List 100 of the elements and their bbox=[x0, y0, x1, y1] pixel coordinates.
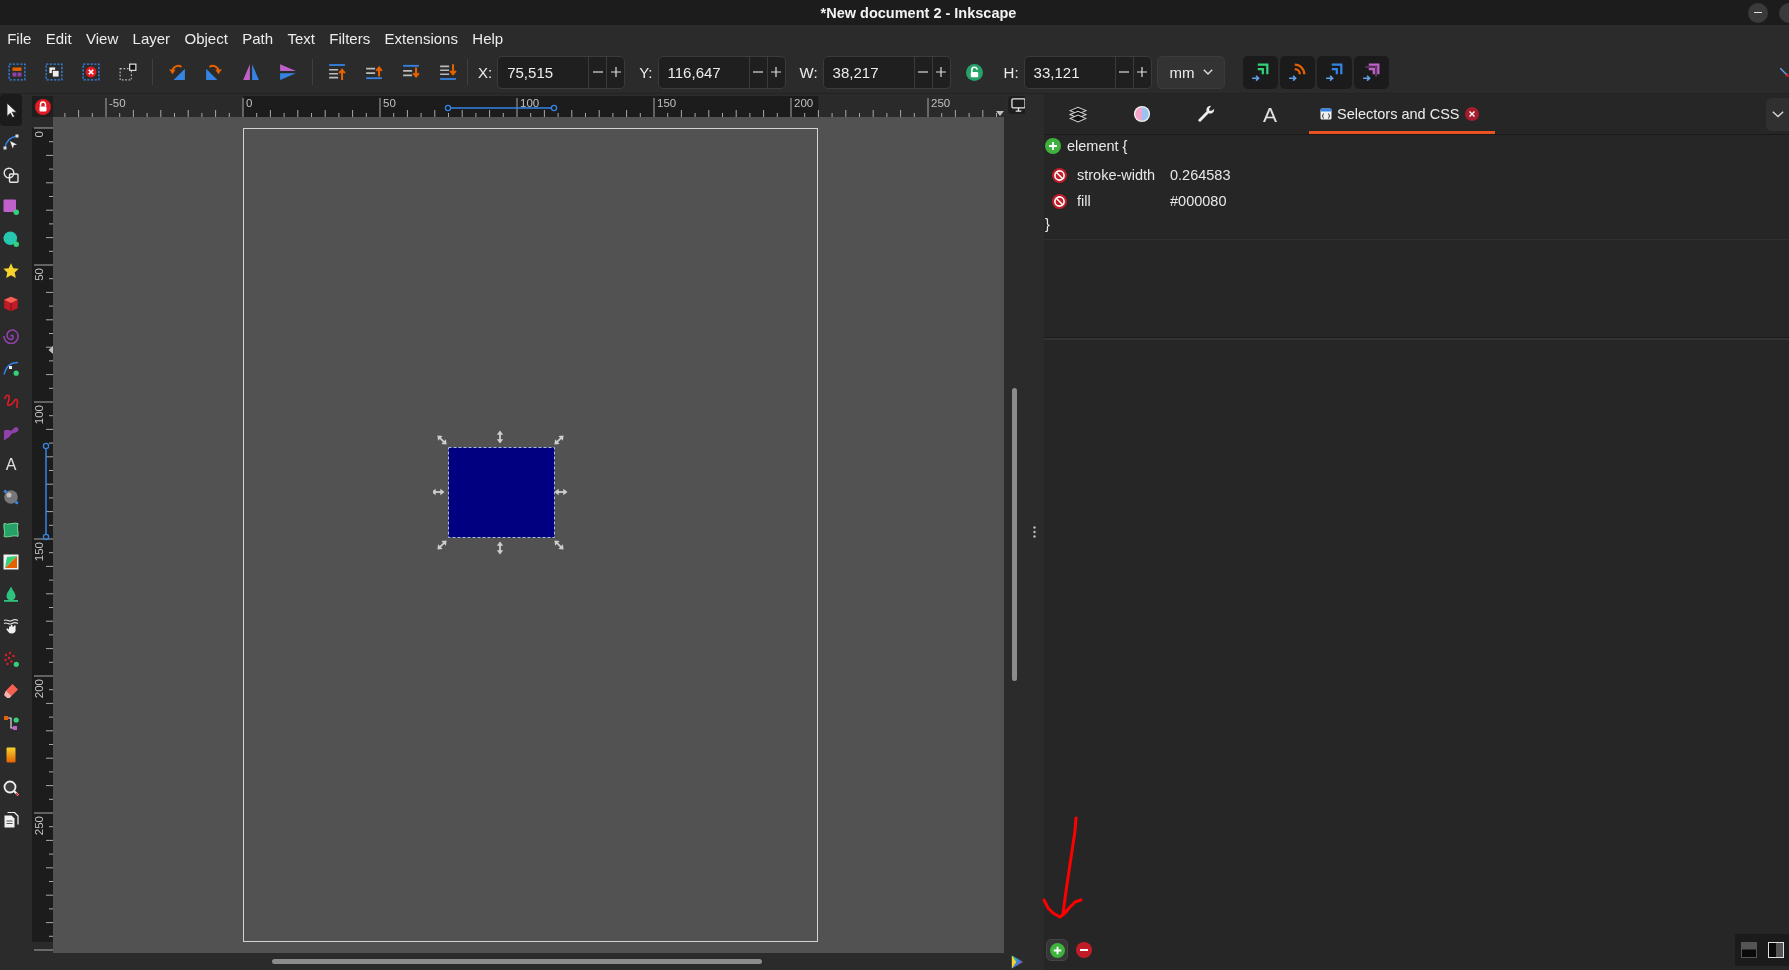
stacked-squares-icon[interactable] bbox=[45, 63, 63, 81]
eraser-icon bbox=[3, 682, 19, 699]
split-view-icon[interactable] bbox=[1740, 942, 1757, 958]
mirrored-triangles-icon[interactable] bbox=[242, 63, 260, 81]
menu-item[interactable]: Extensions bbox=[377, 27, 466, 49]
tool-button[interactable] bbox=[0, 94, 22, 127]
scrollbar-thumb[interactable] bbox=[272, 959, 762, 964]
double-arrow-handle-icon[interactable] bbox=[433, 488, 445, 496]
connector-icon bbox=[3, 715, 19, 732]
property-value[interactable]: #000080 bbox=[1170, 193, 1227, 209]
pages-icon bbox=[3, 811, 19, 828]
property-name[interactable]: fill bbox=[1077, 193, 1170, 209]
add-selector-button[interactable] bbox=[1046, 939, 1068, 961]
menu-item[interactable]: View bbox=[78, 27, 126, 49]
display-mode-button[interactable] bbox=[1008, 96, 1028, 114]
sphere-icon bbox=[3, 489, 19, 506]
deselect-icon[interactable] bbox=[82, 63, 100, 81]
number-field[interactable]: 116,647 bbox=[657, 55, 786, 89]
tool-button[interactable]: A bbox=[0, 448, 22, 482]
panel-tab[interactable]: A bbox=[1238, 94, 1302, 134]
ruler-label: 200 bbox=[33, 679, 45, 699]
close-icon[interactable] bbox=[1464, 107, 1479, 121]
menu-item[interactable]: File bbox=[0, 27, 39, 49]
ruler-label: 0 bbox=[246, 97, 253, 109]
snap-button[interactable] bbox=[1353, 55, 1389, 89]
ruler-label: 150 bbox=[33, 542, 45, 562]
double-arrow-handle-icon[interactable] bbox=[437, 435, 447, 445]
droplet-icon bbox=[3, 586, 19, 603]
triangle-curved-arrow-icon[interactable] bbox=[205, 63, 223, 81]
ruler-label: 50 bbox=[383, 97, 396, 109]
unit-dropdown[interactable]: mm bbox=[1156, 55, 1225, 89]
lines-up-arrow-icon[interactable] bbox=[365, 63, 383, 81]
minimize-icon bbox=[1754, 11, 1762, 14]
number-field[interactable]: 33,121 bbox=[1023, 55, 1152, 89]
menu-item[interactable]: Path bbox=[235, 27, 281, 49]
number-field[interactable]: 75,515 bbox=[497, 55, 626, 89]
double-arrow-handle-icon[interactable] bbox=[554, 488, 568, 496]
lines-up-arrow-icon[interactable] bbox=[328, 63, 346, 81]
selected-rectangle[interactable] bbox=[448, 447, 555, 538]
menu-item[interactable]: Text bbox=[280, 27, 323, 49]
color-circle-icon bbox=[1133, 105, 1151, 123]
plus-icon bbox=[936, 67, 947, 77]
property-name[interactable]: stroke-width bbox=[1077, 167, 1170, 183]
double-arrow-handle-icon[interactable] bbox=[496, 541, 504, 555]
ruler-label: 250 bbox=[33, 816, 45, 836]
menu-item[interactable]: Edit bbox=[38, 27, 79, 49]
menu-item[interactable]: Layer bbox=[125, 27, 178, 49]
panel-tab[interactable]: Selectors and CSS bbox=[1309, 94, 1495, 134]
spray-dots-icon bbox=[3, 650, 19, 667]
plus-icon bbox=[771, 67, 782, 77]
chevron-down-icon bbox=[1771, 110, 1784, 118]
chevron-down-icon bbox=[1202, 69, 1213, 75]
lines-down-arrow-icon[interactable] bbox=[402, 63, 420, 81]
diagonal-arrow-icon[interactable] bbox=[1780, 67, 1789, 77]
unlocked-padlock-icon[interactable] bbox=[965, 63, 983, 81]
prohibited-icon[interactable] bbox=[1052, 193, 1067, 209]
field-label: X: bbox=[478, 63, 493, 81]
double-arrow-handle-icon[interactable] bbox=[554, 540, 564, 550]
property-value[interactable]: 0.264583 bbox=[1170, 167, 1231, 183]
sidebar-view-icon[interactable] bbox=[1767, 942, 1784, 958]
color-triangle-icon[interactable] bbox=[1011, 954, 1025, 969]
document-panel-icon bbox=[1320, 108, 1332, 120]
hand-waves-icon bbox=[3, 618, 19, 635]
panel-menu-button[interactable] bbox=[1766, 97, 1789, 131]
magnifier-icon bbox=[3, 779, 19, 796]
pointer-marker-icon bbox=[996, 111, 1004, 116]
drag-handle-icon[interactable] bbox=[1033, 526, 1036, 538]
plus-icon bbox=[1137, 67, 1148, 77]
add-circle-icon bbox=[1049, 942, 1065, 958]
ruler-label: 0 bbox=[33, 131, 45, 138]
prohibited-icon[interactable] bbox=[1052, 167, 1067, 183]
ruler-label: 200 bbox=[794, 97, 814, 109]
remove-circle-icon[interactable] bbox=[1076, 942, 1092, 958]
node-curve-icon bbox=[3, 134, 19, 151]
star-icon bbox=[3, 263, 19, 280]
mirrored-triangles-icon[interactable] bbox=[279, 63, 297, 81]
overlapping-shapes-icon bbox=[3, 166, 19, 183]
menu-item[interactable]: Object bbox=[177, 27, 236, 49]
triangle-curved-arrow-icon[interactable] bbox=[168, 63, 186, 81]
double-arrow-handle-icon[interactable] bbox=[437, 540, 447, 550]
stacked-bracket-icon bbox=[1362, 63, 1381, 81]
double-arrow-handle-icon[interactable] bbox=[554, 435, 564, 445]
corner-squares-icon[interactable] bbox=[119, 63, 137, 81]
double-arrow-handle-icon[interactable] bbox=[496, 430, 504, 444]
menu-item[interactable]: Help bbox=[465, 27, 511, 49]
snap-button[interactable] bbox=[1316, 55, 1352, 89]
number-field[interactable]: 38,217 bbox=[822, 55, 951, 89]
spiral-icon bbox=[3, 328, 19, 344]
padlock-icon[interactable] bbox=[34, 98, 51, 115]
menu-item[interactable]: Filters bbox=[322, 27, 378, 49]
lines-down-arrow-icon[interactable] bbox=[439, 63, 457, 81]
snap-button[interactable] bbox=[1242, 55, 1278, 89]
circle-icon bbox=[3, 231, 19, 248]
add-circle-icon[interactable] bbox=[1045, 138, 1061, 154]
snap-button[interactable] bbox=[1279, 55, 1315, 89]
ruler-label: 150 bbox=[657, 97, 677, 109]
field-label: Y: bbox=[639, 63, 653, 81]
monitor-icon bbox=[1010, 98, 1026, 112]
select-all-icon[interactable] bbox=[8, 63, 26, 81]
scrollbar-thumb[interactable] bbox=[1012, 388, 1017, 681]
